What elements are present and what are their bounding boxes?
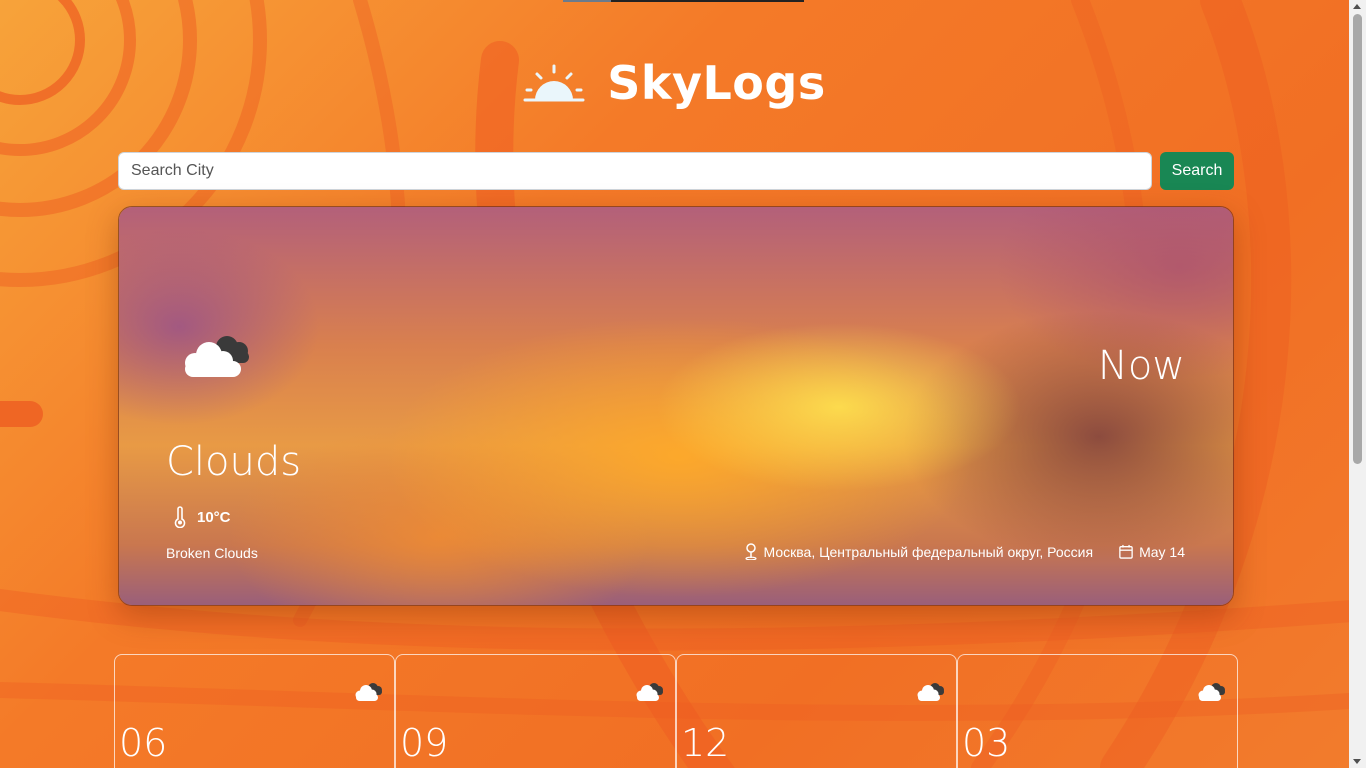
scrollbar-thumb[interactable] <box>1353 14 1362 464</box>
location-text: Москва, Центральный федеральный округ, Р… <box>763 543 1094 560</box>
weather-description: Broken Clouds <box>166 545 258 561</box>
forecast-card[interactable]: 03 <box>957 654 1238 768</box>
temperature: 10°C <box>173 506 231 528</box>
forecast-card[interactable]: 09 <box>395 654 676 768</box>
weather-condition: Clouds <box>166 439 302 485</box>
search-button[interactable]: Search <box>1160 152 1234 190</box>
broken-clouds-icon <box>355 683 382 701</box>
sunrise-icon <box>523 64 585 102</box>
forecast-hour: 12 <box>681 721 730 765</box>
location-date-row: Москва, Центральный федеральный округ, Р… <box>744 543 1185 560</box>
top-progress-bar <box>563 0 804 2</box>
location-pin-icon <box>744 543 757 560</box>
brand-title: SkyLogs <box>607 56 826 110</box>
broken-clouds-icon <box>636 683 663 701</box>
search-input[interactable] <box>118 152 1152 190</box>
broken-clouds-icon <box>185 336 249 377</box>
forecast-card[interactable]: 12 <box>676 654 957 768</box>
forecast-hour: 03 <box>962 721 1011 765</box>
current-weather-card: Now Clouds 10°C Broken Clouds Москва, Це… <box>118 206 1234 606</box>
date-text: May 14 <box>1139 543 1185 560</box>
hourly-forecast-list: 06 09 12 03 <box>114 654 1238 768</box>
now-label: Now <box>1097 343 1185 389</box>
forecast-card[interactable]: 06 <box>114 654 395 768</box>
forecast-hour: 09 <box>400 721 449 765</box>
app-header: SkyLogs <box>0 56 1349 110</box>
page-scrollbar[interactable] <box>1349 0 1366 768</box>
forecast-hour: 06 <box>119 721 168 765</box>
temperature-value: 10°C <box>197 508 231 526</box>
calendar-icon <box>1119 544 1133 559</box>
broken-clouds-icon <box>917 683 944 701</box>
broken-clouds-icon <box>1198 683 1225 701</box>
scroll-down-icon[interactable] <box>1353 759 1361 764</box>
search-bar: Search <box>118 152 1234 190</box>
scroll-up-icon[interactable] <box>1353 4 1361 9</box>
thermometer-icon <box>174 506 186 528</box>
